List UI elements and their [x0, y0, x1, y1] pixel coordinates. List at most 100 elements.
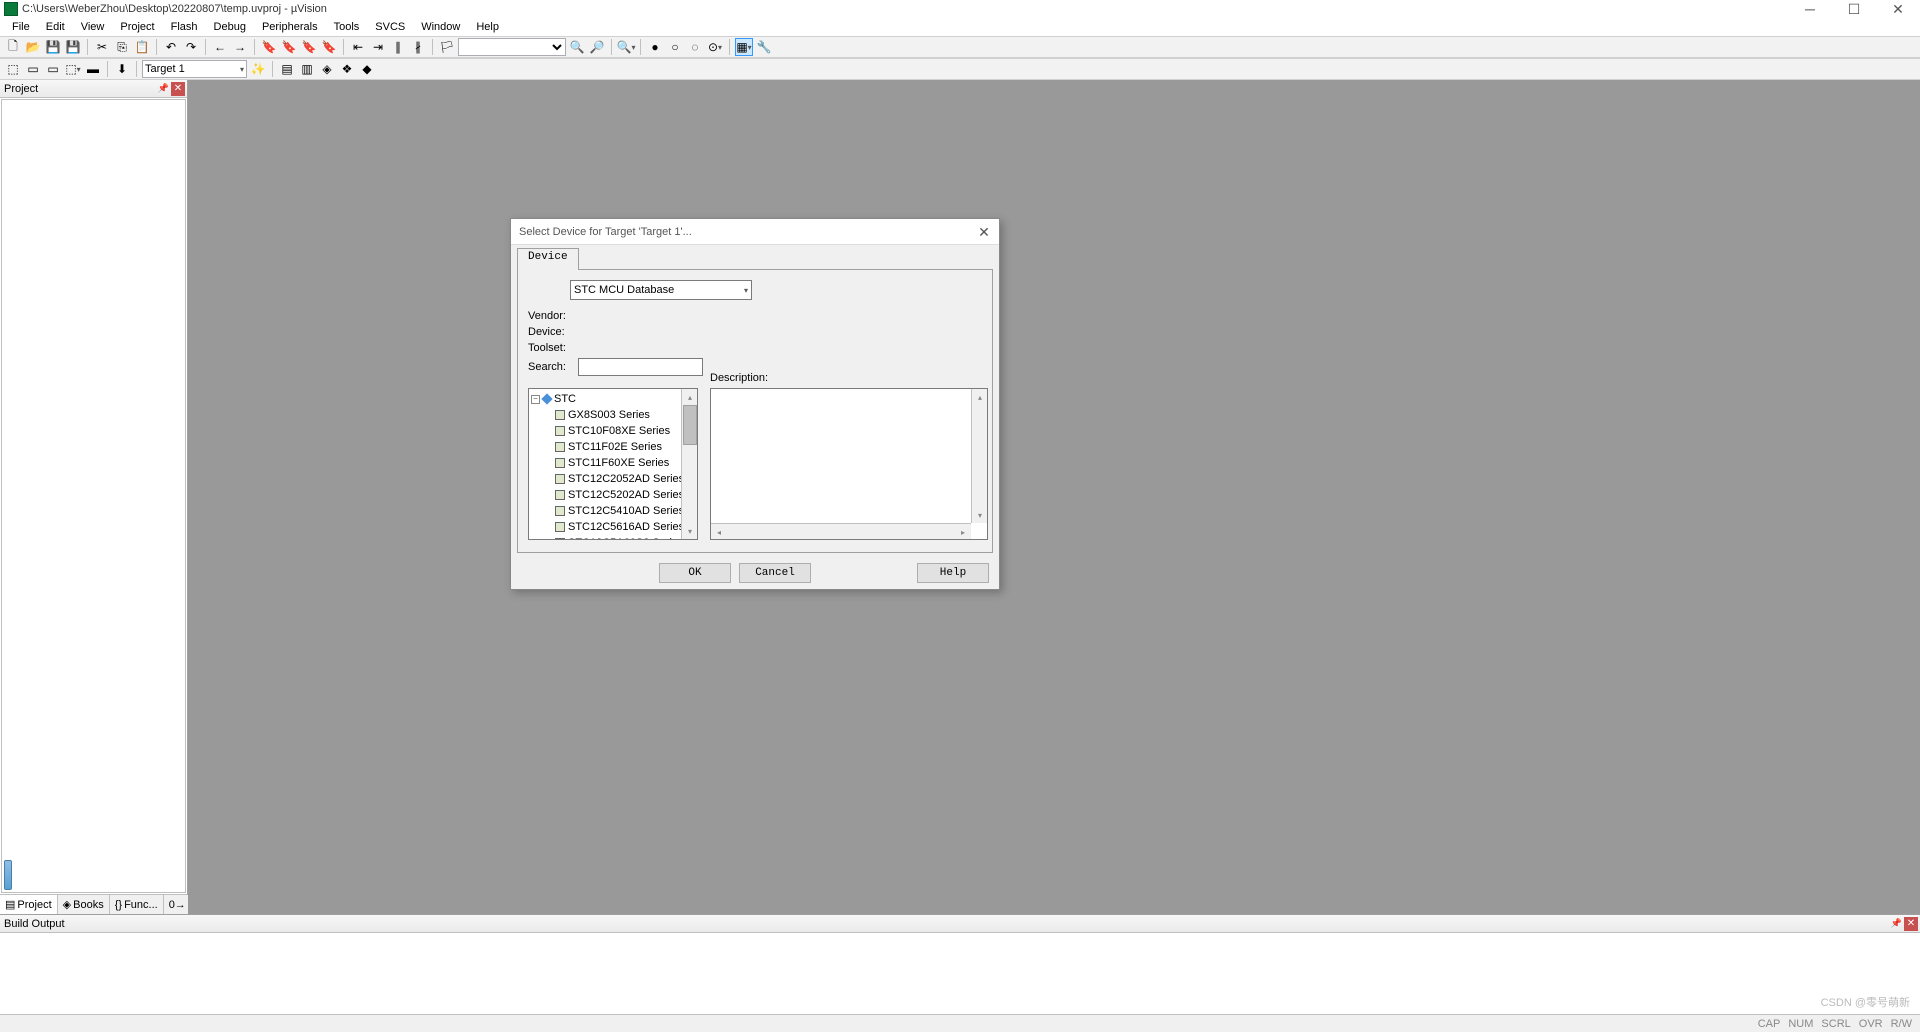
panel-close-icon[interactable]: ✕	[171, 82, 185, 96]
close-window-button[interactable]: ✕	[1876, 0, 1920, 18]
configure-icon[interactable]: 🔧	[755, 38, 773, 56]
redo-icon[interactable]: ↷	[182, 38, 200, 56]
options-target-icon[interactable]: ✨	[249, 60, 267, 78]
desc-scrollbar-h[interactable]: ◂ ▸	[711, 523, 971, 539]
tab-device[interactable]: Device	[517, 248, 579, 270]
menu-project[interactable]: Project	[112, 19, 162, 35]
device-tree[interactable]: − STC GX8S003 Series STC10F08XE Series S…	[528, 388, 698, 540]
rebuild-icon[interactable]: ▭	[44, 60, 62, 78]
bookmark-prev-icon[interactable]: 🔖	[280, 38, 298, 56]
undo-icon[interactable]: ↶	[162, 38, 180, 56]
search-input[interactable]	[578, 358, 703, 376]
manage-pack-icon[interactable]: ❖	[338, 60, 356, 78]
comment-icon[interactable]: ∥	[389, 38, 407, 56]
project-panel-header[interactable]: Project 📌 ✕	[0, 80, 187, 98]
minimize-button[interactable]: ─	[1788, 0, 1832, 18]
find-combo[interactable]	[458, 38, 566, 56]
tree-item[interactable]: STC12C5616AD Series	[531, 519, 695, 535]
file-ext-icon[interactable]: ▤	[278, 60, 296, 78]
ok-button[interactable]: OK	[659, 563, 731, 583]
scroll-up-icon[interactable]: ▴	[972, 389, 988, 405]
save-all-icon[interactable]: 💾	[64, 38, 82, 56]
open-file-icon[interactable]: 📂	[24, 38, 42, 56]
tree-item[interactable]: STC12C5410AD Series	[531, 503, 695, 519]
build-output-text[interactable]	[0, 933, 1920, 1014]
bookmark-icon[interactable]: 🔖	[260, 38, 278, 56]
stop-build-icon[interactable]: ▬	[84, 60, 102, 78]
scroll-right-icon[interactable]: ▸	[955, 524, 971, 540]
breakpoint-icon[interactable]: ●	[646, 38, 664, 56]
tab-functions[interactable]: {}Func...	[110, 895, 164, 914]
find-icon[interactable]: 🏳	[438, 38, 456, 56]
project-tree[interactable]	[1, 99, 186, 893]
window-tile-icon[interactable]: ▦▾	[735, 38, 753, 56]
batch-build-icon[interactable]: ⬚▾	[64, 60, 82, 78]
tab-project[interactable]: ▤Project	[0, 895, 58, 914]
tree-item[interactable]: STC11F60XE Series	[531, 455, 695, 471]
menu-tools[interactable]: Tools	[326, 19, 368, 35]
target-combo[interactable]: Target 1 ▾	[142, 60, 247, 78]
watermark: CSDN @零号萌新	[1821, 994, 1910, 1010]
bookmark-clear-icon[interactable]: 🔖	[320, 38, 338, 56]
menu-edit[interactable]: Edit	[38, 19, 73, 35]
panel-slider[interactable]	[4, 860, 12, 890]
select-pack-icon[interactable]: ◆	[358, 60, 376, 78]
tree-item[interactable]: GX8S003 Series	[531, 407, 695, 423]
tree-item[interactable]: STC12C5A60S2 Series	[531, 535, 695, 540]
tree-scrollbar[interactable]: ▴ ▾	[681, 389, 697, 539]
pin-icon[interactable]: 📌	[158, 83, 169, 94]
menu-help[interactable]: Help	[468, 19, 507, 35]
cancel-button[interactable]: Cancel	[739, 563, 811, 583]
scroll-up-icon[interactable]: ▴	[682, 389, 698, 405]
maximize-button[interactable]: ☐	[1832, 0, 1876, 18]
menu-view[interactable]: View	[73, 19, 113, 35]
incremental-find-icon[interactable]: 🔎	[588, 38, 606, 56]
manage-books-icon[interactable]: ▥	[298, 60, 316, 78]
paste-icon[interactable]: 📋	[133, 38, 151, 56]
breakpoint-disable-icon[interactable]: ○	[666, 38, 684, 56]
pin-icon[interactable]: 📌	[1891, 918, 1902, 929]
scroll-thumb[interactable]	[683, 405, 697, 445]
help-button[interactable]: Help	[917, 563, 989, 583]
menu-peripherals[interactable]: Peripherals	[254, 19, 326, 35]
build-icon[interactable]: ▭	[24, 60, 42, 78]
dialog-titlebar[interactable]: Select Device for Target 'Target 1'... ✕	[511, 219, 999, 245]
tree-item[interactable]: STC10F08XE Series	[531, 423, 695, 439]
translate-icon[interactable]: ⬚	[4, 60, 22, 78]
breakpoint-kill-icon[interactable]: ◌	[686, 38, 704, 56]
desc-scrollbar-v[interactable]: ▴ ▾	[971, 389, 987, 523]
bookmark-next-icon[interactable]: 🔖	[300, 38, 318, 56]
breakpoint-list-icon[interactable]: ⊙▾	[706, 38, 724, 56]
scroll-down-icon[interactable]: ▾	[682, 523, 698, 539]
cut-icon[interactable]: ✂	[93, 38, 111, 56]
new-file-icon[interactable]: 🗋	[4, 38, 22, 56]
build-output-header[interactable]: Build Output 📌 ✕	[0, 915, 1920, 933]
tab-books[interactable]: ◈Books	[58, 895, 110, 914]
database-combo[interactable]: STC MCU Database ▾	[570, 280, 752, 300]
copy-icon[interactable]: ⎘	[113, 38, 131, 56]
menu-svcs[interactable]: SVCS	[367, 19, 413, 35]
tree-item[interactable]: STC12C5202AD Series	[531, 487, 695, 503]
dialog-close-icon[interactable]: ✕	[975, 223, 993, 241]
scroll-down-icon[interactable]: ▾	[972, 507, 988, 523]
panel-close-icon[interactable]: ✕	[1904, 917, 1918, 931]
tree-item[interactable]: STC12C2052AD Series	[531, 471, 695, 487]
download-icon[interactable]: ⬇	[113, 60, 131, 78]
tree-item[interactable]: STC11F02E Series	[531, 439, 695, 455]
nav-forward-icon[interactable]: →	[231, 38, 249, 56]
save-icon[interactable]: 💾	[44, 38, 62, 56]
menu-file[interactable]: File	[4, 19, 38, 35]
manage-layers-icon[interactable]: ◈	[318, 60, 336, 78]
tree-root[interactable]: − STC	[531, 391, 695, 407]
uncomment-icon[interactable]: ∦	[409, 38, 427, 56]
scroll-left-icon[interactable]: ◂	[711, 524, 727, 540]
debug-icon[interactable]: 🔍▾	[617, 38, 635, 56]
find-in-files-icon[interactable]: 🔍	[568, 38, 586, 56]
indent-right-icon[interactable]: ⇥	[369, 38, 387, 56]
indent-left-icon[interactable]: ⇤	[349, 38, 367, 56]
menu-window[interactable]: Window	[413, 19, 468, 35]
nav-back-icon[interactable]: ←	[211, 38, 229, 56]
menu-flash[interactable]: Flash	[163, 19, 206, 35]
menu-debug[interactable]: Debug	[206, 19, 254, 35]
collapse-icon[interactable]: −	[531, 395, 540, 404]
